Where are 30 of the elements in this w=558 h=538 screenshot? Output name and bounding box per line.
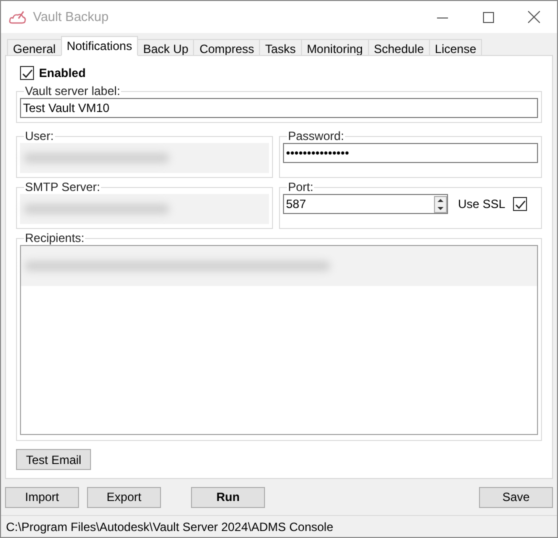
test-email-button[interactable]: Test Email xyxy=(16,449,92,470)
tab[interactable]: Compress xyxy=(193,39,260,56)
tab[interactable]: Monitoring xyxy=(300,39,369,56)
action-button[interactable]: Run xyxy=(191,486,265,508)
checkbox[interactable] xyxy=(20,66,34,80)
action-button[interactable]: Import xyxy=(5,486,79,508)
port-spinner[interactable]: 587 xyxy=(283,194,448,214)
tab[interactable]: License xyxy=(428,39,482,56)
field-label: Port: xyxy=(287,180,314,194)
tab[interactable]: Tasks xyxy=(259,39,302,56)
tab[interactable]: General xyxy=(7,39,62,56)
field-label: User: xyxy=(24,129,55,143)
cloud-rocket-icon xyxy=(9,9,27,25)
spinner-arrows-icon[interactable] xyxy=(434,196,447,212)
tab[interactable]: Schedule xyxy=(368,39,430,56)
input-field[interactable]: Test Vault VM10 xyxy=(20,98,538,118)
field-label: Recipients: xyxy=(24,231,86,245)
field-label: Vault server label: xyxy=(24,84,122,98)
action-button[interactable]: Save xyxy=(479,486,553,508)
checkbox-label: Use SSL xyxy=(458,196,506,213)
tab[interactable]: Back Up xyxy=(137,39,194,56)
password-field[interactable]: ••••••••••••••• xyxy=(283,143,538,163)
field-label: SMTP Server: xyxy=(24,180,102,194)
tab[interactable]: Notifications xyxy=(60,36,138,56)
action-button[interactable]: Export xyxy=(87,486,161,508)
checkbox[interactable] xyxy=(513,197,528,211)
field-label: Password: xyxy=(287,129,346,143)
status-text: C:\Program Files\Autodesk\Vault Server 2024\ADMS Console xyxy=(6,518,334,536)
window-title: Vault Backup xyxy=(33,8,109,26)
checkbox-label: Enabled xyxy=(39,65,86,82)
